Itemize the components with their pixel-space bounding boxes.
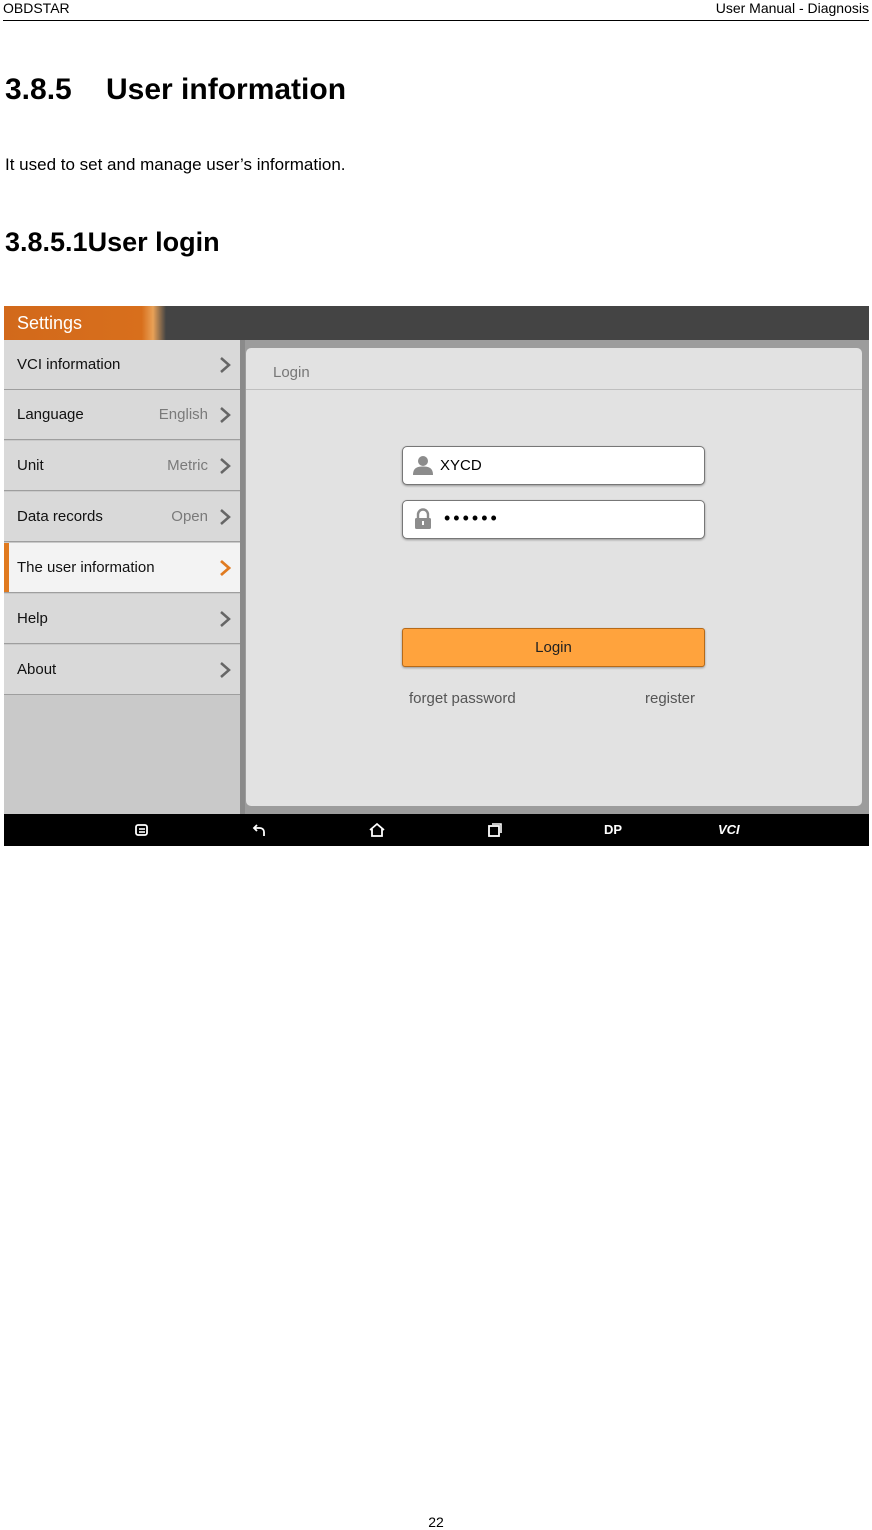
sidebar-item-value: Metric [167,457,208,474]
chevron-right-icon [220,458,231,474]
login-panel: Login XYCD •••••• Login forget password … [246,348,862,806]
chevron-right-icon [220,509,231,525]
app-title-bar: Settings [4,306,869,340]
login-button-label: Login [535,639,572,656]
home-icon [369,822,385,837]
device-screenshot: Settings VCI information Language Englis… [4,306,869,846]
back-icon [252,824,265,836]
sidebar-item-language[interactable]: Language English [4,390,240,440]
vci-button[interactable]: VCI [718,822,740,838]
chevron-right-icon [220,662,231,678]
sidebar-item-unit[interactable]: Unit Metric [4,441,240,491]
dp-button[interactable]: DP [604,822,622,838]
lock-icon [415,508,431,529]
sidebar-item-about[interactable]: About [4,645,240,695]
section-number: 3.8.5 [5,73,72,106]
page-header: OBDSTAR User Manual - Diagnosis [3,0,869,21]
chevron-right-icon [220,407,231,423]
recent-apps-button[interactable] [487,822,503,838]
sidebar-item-user-information[interactable]: The user information [4,543,240,593]
chevron-right-icon [220,611,231,627]
password-value: •••••• [444,508,500,528]
settings-tab-label: Settings [17,313,83,333]
back-button[interactable] [252,822,268,838]
password-input[interactable]: •••••• [402,500,705,539]
sidebar-item-label: Data records [17,508,103,525]
subsection-heading: 3.8.5.1User login [5,227,220,257]
section-heading: 3.8.5 User information [5,70,346,110]
page-number: 22 [428,1514,444,1530]
login-button[interactable]: Login [402,628,705,667]
login-panel-title: Login [273,364,310,381]
sidebar-item-value: Open [171,508,208,525]
sidebar-item-vci-information[interactable]: VCI information [4,340,240,390]
chevron-right-icon [220,559,231,577]
sidebar-item-label: Help [17,610,48,627]
settings-tab[interactable]: Settings [4,306,166,340]
sidebar-item-help[interactable]: Help [4,594,240,644]
user-icon [413,456,433,475]
screenshot-icon [135,824,148,836]
system-nav-bar: DP VCI [4,814,869,846]
sidebar-item-label: The user information [17,559,155,576]
chevron-right-icon [220,357,231,373]
intro-paragraph: It used to set and manage user’s informa… [5,155,346,174]
username-input[interactable]: XYCD [402,446,705,485]
section-title: User information [106,73,347,106]
sidebar-item-label: About [17,661,57,678]
screenshot-button[interactable] [134,822,150,838]
header-brand: OBDSTAR [3,0,70,16]
sidebar-item-label: Language [17,406,84,423]
active-indicator [4,543,9,592]
login-panel-header: Login [246,348,862,390]
sidebar-item-label: VCI information [17,356,121,373]
header-section: User Manual - Diagnosis [715,0,869,16]
sidebar-item-data-records[interactable]: Data records Open [4,492,240,542]
forget-password-link[interactable]: forget password [409,690,516,708]
username-value: XYCD [440,457,482,474]
register-link[interactable]: register [645,690,695,708]
settings-sidebar: VCI information Language English Unit Me… [4,340,240,814]
sidebar-item-label: Unit [17,457,44,474]
home-button[interactable] [368,822,386,838]
recent-apps-icon [488,823,502,837]
sidebar-item-value: English [158,406,208,423]
